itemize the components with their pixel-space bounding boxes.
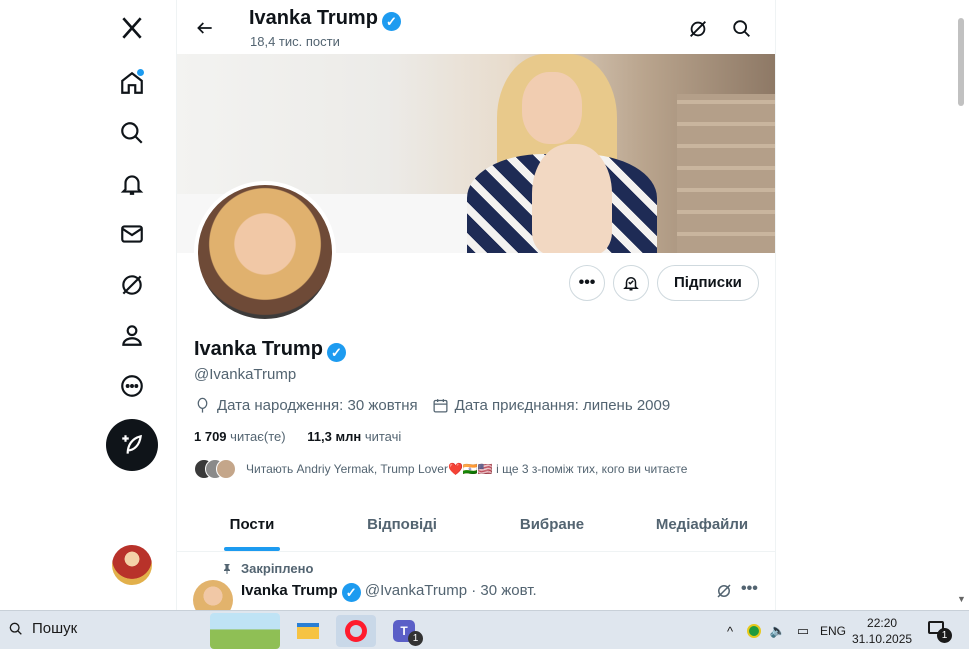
taskbar-search[interactable]: Пошук bbox=[8, 620, 77, 637]
profile-avatar[interactable] bbox=[194, 181, 336, 323]
opera-browser-icon[interactable] bbox=[336, 615, 376, 647]
volume-icon[interactable]: 🔈 bbox=[770, 623, 786, 639]
notifications-subscribe-button[interactable] bbox=[613, 265, 649, 301]
tab-media[interactable]: Медіафайли bbox=[627, 500, 775, 551]
profile-name: Ivanka Trump ✓ bbox=[194, 338, 346, 362]
profile-column: Ivanka Trump ✓ 18,4 тис. пости ••• Підпис… bbox=[176, 0, 776, 610]
taskbar-clock[interactable]: 22:20 31.10.2025 bbox=[852, 615, 912, 647]
follower-avatars bbox=[194, 459, 236, 479]
clock-time: 22:20 bbox=[867, 616, 898, 630]
following-label: читає(те) bbox=[230, 429, 286, 444]
post-author-name[interactable]: Ivanka Trump bbox=[241, 582, 338, 599]
clock-date: 31.10.2025 bbox=[852, 632, 913, 646]
taskbar-search-label: Пошук bbox=[32, 620, 78, 637]
back-arrow-icon[interactable] bbox=[189, 12, 221, 44]
system-tray: ^ 🔈 ▭ ENG bbox=[722, 623, 846, 639]
feather-plus-icon bbox=[122, 434, 142, 454]
follow-counts: 1 709 читає(те) 11,3 млн читачі bbox=[194, 429, 401, 444]
tab-highlights[interactable]: Вибране bbox=[477, 500, 627, 551]
profile-icon[interactable] bbox=[112, 315, 152, 355]
search-icon[interactable] bbox=[727, 14, 757, 44]
chevron-up-icon[interactable]: ^ bbox=[722, 623, 738, 639]
home-unread-dot bbox=[137, 69, 144, 76]
account-avatar[interactable] bbox=[112, 545, 152, 585]
post-author-avatar[interactable] bbox=[193, 580, 233, 610]
verified-badge-icon: ✓ bbox=[341, 583, 361, 602]
pinned-label: Закріплено bbox=[221, 561, 313, 576]
search-icon bbox=[9, 622, 22, 635]
profile-name-text: Ivanka Trump bbox=[194, 338, 323, 360]
joined-text: Дата приєднання: липень 2009 bbox=[454, 397, 671, 414]
teams-badge: 1 bbox=[408, 631, 423, 646]
app-tray-icon[interactable] bbox=[747, 624, 761, 638]
followers-count: 11,3 млн bbox=[307, 429, 362, 444]
network-icon[interactable]: ▭ bbox=[795, 623, 811, 639]
search-icon[interactable] bbox=[112, 113, 152, 153]
windows-taskbar: Пошук T 1 ^ 🔈 ▭ ENG 22:20 31.10.2025 1 bbox=[0, 610, 969, 649]
scrollbar-thumb[interactable] bbox=[958, 18, 964, 106]
followers-label: читачі bbox=[364, 429, 402, 444]
verified-badge-icon[interactable]: ✓ bbox=[326, 343, 346, 362]
following-link[interactable]: 1 709 читає(те) bbox=[194, 429, 286, 444]
bell-check-icon bbox=[623, 277, 639, 291]
verified-badge-icon: ✓ bbox=[381, 12, 401, 31]
tab-replies[interactable]: Відповіді bbox=[327, 500, 477, 551]
birthday-text: Дата народження: 30 жовтня bbox=[217, 397, 418, 414]
page-scrollbar[interactable]: ▼ bbox=[955, 0, 969, 610]
calendar-icon bbox=[433, 399, 448, 413]
profile-header-bar: Ivanka Trump ✓ 18,4 тис. пости bbox=[177, 0, 775, 54]
compose-post-button[interactable] bbox=[106, 419, 158, 471]
more-options-button[interactable]: ••• bbox=[569, 265, 605, 301]
followers-link[interactable]: 11,3 млн читачі bbox=[307, 429, 401, 444]
left-navigation bbox=[0, 0, 176, 610]
tab-posts[interactable]: Пости bbox=[177, 500, 327, 551]
messages-icon[interactable] bbox=[112, 214, 152, 254]
profile-handle: @IvankaTrump bbox=[194, 366, 297, 383]
pin-icon bbox=[224, 563, 230, 574]
more-menu-icon[interactable] bbox=[112, 366, 152, 406]
x-logo-icon[interactable] bbox=[112, 8, 152, 48]
grok-icon[interactable] bbox=[683, 14, 713, 44]
following-count: 1 709 bbox=[194, 429, 227, 444]
profile-meta: Дата народження: 30 жовтня Дата приєднан… bbox=[194, 397, 670, 414]
post-header: Ivanka Trump ✓ @IvankaTrump · 30 жовт. bbox=[241, 582, 537, 602]
pinned-text: Закріплено bbox=[241, 561, 314, 576]
grok-icon[interactable] bbox=[112, 265, 152, 305]
scroll-down-arrow-icon[interactable]: ▼ bbox=[957, 594, 966, 604]
header-name: Ivanka Trump ✓ bbox=[249, 7, 401, 31]
post-handle-date[interactable]: @IvankaTrump · 30 жовт. bbox=[365, 582, 537, 599]
teams-icon[interactable]: T 1 bbox=[384, 615, 424, 647]
followers-you-know[interactable]: Читають Andriy Yermak, Trump Lover❤️🇮🇳🇺🇸… bbox=[194, 459, 687, 479]
header-name-text: Ivanka Trump bbox=[249, 7, 378, 29]
grok-icon[interactable] bbox=[715, 582, 735, 602]
notifications-icon[interactable] bbox=[112, 164, 152, 204]
subscriptions-button[interactable]: Підписки bbox=[657, 265, 759, 301]
followed-by-text: Читають Andriy Yermak, Trump Lover❤️🇮🇳🇺🇸… bbox=[246, 462, 688, 476]
home-icon[interactable] bbox=[112, 63, 152, 103]
avatar bbox=[216, 459, 236, 479]
balloon-icon bbox=[197, 397, 208, 413]
taskbar-widget-castle-icon[interactable] bbox=[210, 613, 280, 649]
post-more-button[interactable]: ••• bbox=[741, 580, 758, 598]
language-indicator[interactable]: ENG bbox=[820, 624, 846, 638]
joined-item: Дата приєднання: липень 2009 bbox=[432, 397, 671, 414]
notification-center-icon[interactable]: 1 bbox=[928, 621, 952, 643]
header-post-count: 18,4 тис. пости bbox=[250, 34, 340, 49]
notification-badge: 1 bbox=[937, 628, 952, 643]
birthday-item: Дата народження: 30 жовтня bbox=[194, 397, 418, 414]
profile-tabs: Пости Відповіді Вибране Медіафайли bbox=[177, 500, 775, 552]
file-explorer-icon[interactable] bbox=[288, 615, 328, 647]
